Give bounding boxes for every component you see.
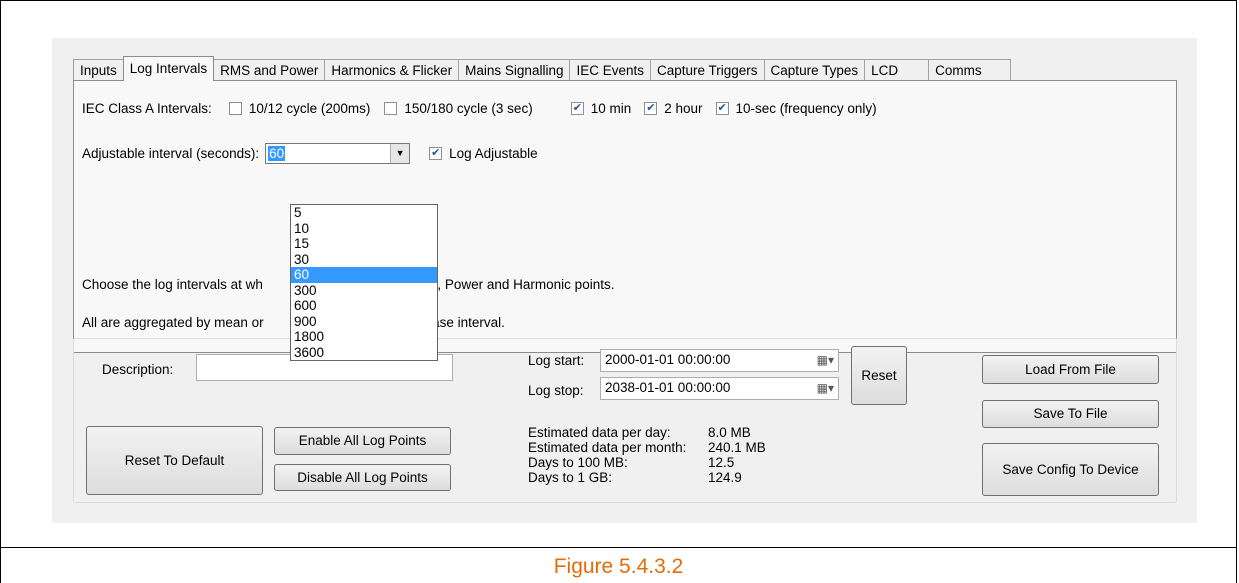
tab-log-intervals[interactable]: Log Intervals xyxy=(122,56,215,81)
stat-row: Estimated data per day: 8.0 MB xyxy=(528,425,766,440)
tab-lcd[interactable]: LCD xyxy=(864,59,930,81)
frame-border-right xyxy=(1236,0,1237,583)
checkbox-box[interactable] xyxy=(644,101,658,115)
tab-mains-signalling[interactable]: Mains Signalling xyxy=(458,59,571,81)
disable-all-log-points-button[interactable]: Disable All Log Points xyxy=(274,464,451,491)
iec-intervals-label: IEC Class A Intervals: xyxy=(82,101,212,116)
reset-to-default-button[interactable]: Reset To Default xyxy=(86,426,263,495)
document-frame: Inputs Log Intervals RMS and Power Harmo… xyxy=(0,0,1239,583)
stat-row: Estimated data per month: 240.1 MB xyxy=(528,440,766,455)
dropdown-option[interactable]: 5 xyxy=(291,205,437,221)
log-start-value: 2000-01-01 00:00:00 xyxy=(605,352,731,367)
tab-rms-and-power[interactable]: RMS and Power xyxy=(213,59,326,81)
checkbox-10min[interactable]: 10 min xyxy=(570,101,632,116)
log-stop-picker[interactable]: 2038-01-01 00:00:00 ▦▾ xyxy=(600,377,839,400)
tab-inputs[interactable]: Inputs xyxy=(73,59,124,81)
help-text-2-start: All are aggregated by mean or xyxy=(82,315,264,330)
stat-key: Days to 100 MB: xyxy=(528,455,628,470)
dropdown-option[interactable]: 15 xyxy=(291,236,437,252)
calendar-icon[interactable]: ▦▾ xyxy=(817,353,834,367)
stat-value: 124.9 xyxy=(708,470,742,485)
stat-value: 240.1 MB xyxy=(708,440,766,455)
checkbox-box[interactable] xyxy=(429,146,443,160)
frame-border-top xyxy=(0,0,1237,1)
log-stop-value: 2038-01-01 00:00:00 xyxy=(605,380,731,395)
adjustable-interval-row: Adjustable interval (seconds): 60 ▼ Log … xyxy=(82,143,538,164)
checkbox-10sec[interactable]: 10-sec (frequency only) xyxy=(715,101,877,116)
log-settings-group: Description: Log start: 2000-01-01 00:00… xyxy=(73,338,1177,503)
tab-iec-events[interactable]: IEC Events xyxy=(569,59,651,81)
stat-key: Estimated data per day: xyxy=(528,425,671,440)
checkbox-box[interactable] xyxy=(384,102,398,115)
checkbox-box[interactable] xyxy=(570,101,584,115)
load-from-file-button[interactable]: Load From File xyxy=(982,355,1159,384)
chevron-down-icon[interactable]: ▼ xyxy=(390,144,410,163)
stat-key: Estimated data per month: xyxy=(528,440,687,455)
checkbox-label: 10/12 cycle (200ms) xyxy=(248,101,371,116)
checkbox-200ms[interactable]: 10/12 cycle (200ms) xyxy=(228,101,371,116)
reset-button[interactable]: Reset xyxy=(851,346,907,405)
checkbox-3sec[interactable]: 150/180 cycle (3 sec) xyxy=(384,101,533,116)
tab-harmonics-flicker[interactable]: Harmonics & Flicker xyxy=(324,59,460,81)
log-stop-label: Log stop: xyxy=(528,383,584,398)
checkbox-box[interactable] xyxy=(715,101,729,115)
checkbox-label: 10-sec (frequency only) xyxy=(735,101,877,116)
calendar-icon[interactable]: ▦▾ xyxy=(817,381,834,395)
stat-value: 12.5 xyxy=(708,455,735,470)
stat-row: Days to 1 GB: 124.9 xyxy=(528,470,766,485)
dropdown-option[interactable]: 1800 xyxy=(291,329,437,345)
combo-value: 60 xyxy=(268,146,286,161)
checkbox-label: 2 hour xyxy=(664,101,703,116)
help-text-1-start: Choose the log intervals at wh xyxy=(82,277,263,292)
adjustable-interval-dropdown: 5 10 15 30 60 300 600 900 1800 3600 xyxy=(290,204,438,361)
iec-intervals-row: IEC Class A Intervals: 10/12 cycle (200m… xyxy=(82,101,877,116)
dropdown-option[interactable]: 300 xyxy=(291,283,437,299)
log-start-picker[interactable]: 2000-01-01 00:00:00 ▦▾ xyxy=(600,349,839,372)
checkbox-log-adjustable[interactable]: Log Adjustable xyxy=(429,146,538,161)
tab-strip: Inputs Log Intervals RMS and Power Harmo… xyxy=(73,56,1011,81)
config-window: Inputs Log Intervals RMS and Power Harmo… xyxy=(52,38,1197,523)
adjustable-interval-label: Adjustable interval (seconds): xyxy=(82,146,260,161)
dropdown-option[interactable]: 3600 xyxy=(291,345,437,361)
enable-all-log-points-button[interactable]: Enable All Log Points xyxy=(274,427,451,455)
tab-capture-triggers[interactable]: Capture Triggers xyxy=(650,59,765,81)
dropdown-option[interactable]: 30 xyxy=(291,252,437,268)
checkbox-box[interactable] xyxy=(228,102,242,115)
tab-capture-types[interactable]: Capture Types xyxy=(763,59,866,81)
log-intervals-panel: IEC Class A Intervals: 10/12 cycle (200m… xyxy=(73,80,1177,353)
frame-border-left xyxy=(0,0,1,583)
save-to-file-button[interactable]: Save To File xyxy=(982,400,1159,428)
log-start-label: Log start: xyxy=(528,353,585,368)
dropdown-option[interactable]: 900 xyxy=(291,314,437,330)
dropdown-option-selected[interactable]: 60 xyxy=(291,267,437,283)
description-label: Description: xyxy=(102,362,174,377)
stat-row: Days to 100 MB: 12.5 xyxy=(528,455,766,470)
checkbox-2hour[interactable]: 2 hour xyxy=(644,101,703,116)
storage-estimates: Estimated data per day: 8.0 MB Estimated… xyxy=(528,425,766,485)
save-config-to-device-button[interactable]: Save Config To Device xyxy=(982,443,1159,496)
adjustable-interval-combo[interactable]: 60 ▼ xyxy=(265,143,411,164)
figure-caption: Figure 5.4.3.2 xyxy=(553,555,684,578)
checkbox-label: 150/180 cycle (3 sec) xyxy=(404,101,533,116)
frame-caption-separator xyxy=(0,547,1237,548)
checkbox-label: Log Adjustable xyxy=(449,146,538,161)
stat-key: Days to 1 GB: xyxy=(528,470,613,485)
stat-value: 8.0 MB xyxy=(708,425,751,440)
dropdown-option[interactable]: 600 xyxy=(291,298,437,314)
dropdown-option[interactable]: 10 xyxy=(291,221,437,237)
checkbox-label: 10 min xyxy=(590,101,632,116)
tab-comms[interactable]: Comms xyxy=(928,59,1011,81)
